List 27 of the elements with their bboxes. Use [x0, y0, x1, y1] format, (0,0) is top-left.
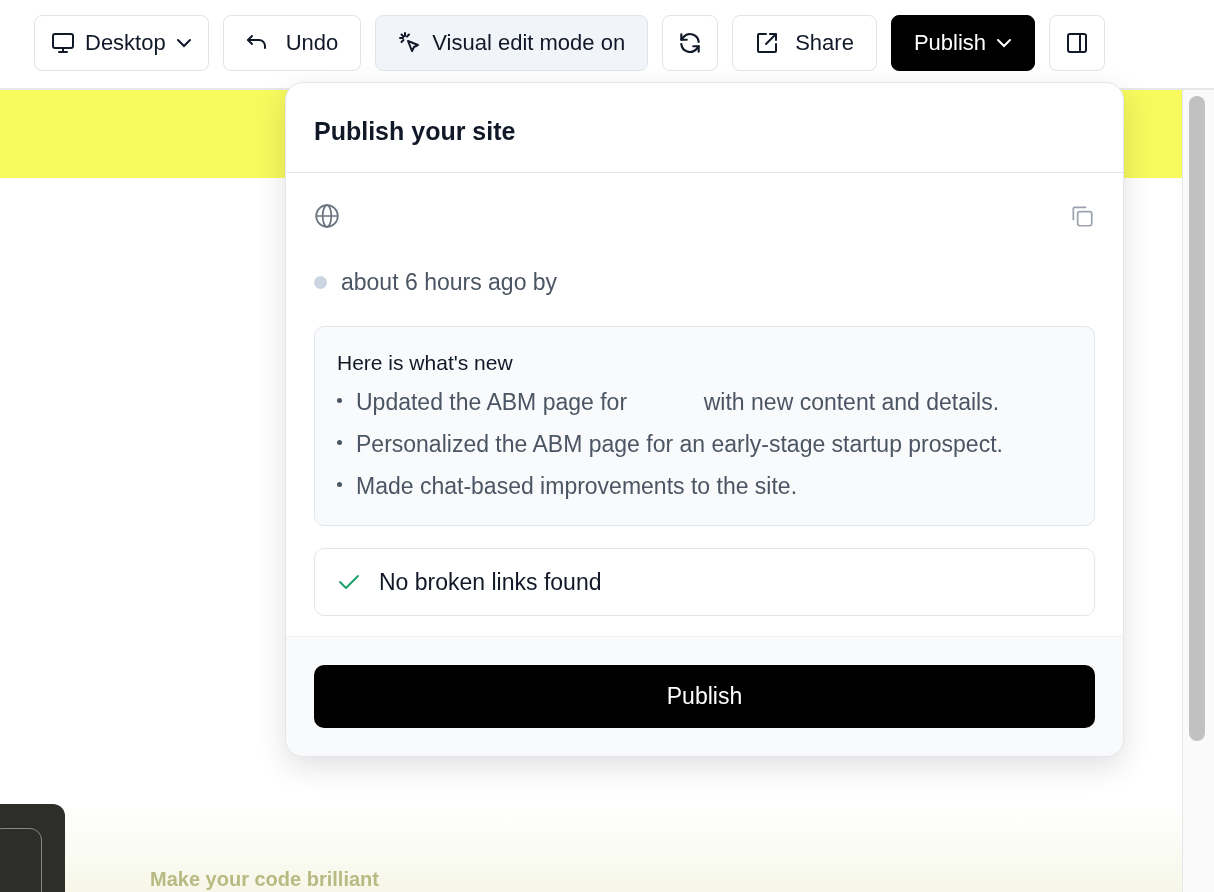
publish-dropdown[interactable]: Publish: [890, 15, 1036, 71]
bullet-icon: [337, 398, 342, 403]
share-button[interactable]: Share: [732, 15, 877, 71]
monitor-icon: [51, 32, 75, 54]
panel-toggle-button[interactable]: [1049, 15, 1106, 71]
publish-button[interactable]: Publish: [314, 665, 1095, 728]
undo-button[interactable]: Undo: [222, 15, 362, 71]
external-link-icon: [755, 31, 780, 55]
link-check-text: No broken links found: [379, 568, 602, 596]
change-item: Made chat-based improvements to the site.: [356, 472, 798, 501]
popover-title: Publish your site: [286, 83, 1123, 173]
sidebar-icon: [1065, 31, 1090, 55]
visual-edit-toggle[interactable]: Visual edit mode on: [375, 15, 649, 71]
chevron-down-icon: [175, 38, 192, 48]
changes-heading: Here is what's new: [337, 351, 514, 375]
chevron-down-icon: [996, 38, 1013, 48]
globe-icon: [314, 203, 340, 229]
status-dot: [314, 276, 327, 289]
change-item: Personalized the ABM page for an early-stage startup prospect.: [356, 430, 1003, 459]
last-published-text: about 6 hours ago by: [341, 269, 558, 296]
device-dropdown[interactable]: Desktop: [34, 15, 209, 71]
hero-headline: Make your code brilliant: [150, 868, 379, 891]
bullet-icon: [337, 482, 342, 487]
change-item: Updated the ABM page for with new content and details.: [356, 388, 1000, 417]
scrollbar-thumb[interactable]: [1189, 96, 1205, 741]
bullet-icon: [337, 440, 342, 445]
refresh-button[interactable]: [662, 15, 719, 71]
